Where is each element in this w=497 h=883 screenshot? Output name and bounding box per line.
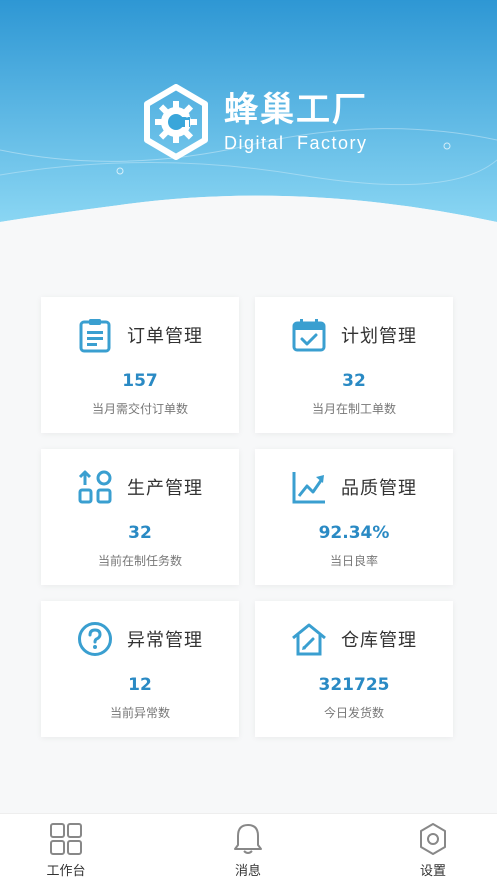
card-value: 12	[128, 675, 152, 695]
question-circle-icon	[78, 622, 112, 656]
hexagon-gear-logo-icon	[144, 84, 208, 160]
card-desc: 今日发货数	[323, 706, 384, 720]
card-title: 异常管理	[127, 630, 203, 651]
card-production-management[interactable]: 生产管理 32 当前在制任务数	[41, 449, 239, 585]
card-title: 计划管理	[341, 326, 417, 347]
brand-name-cn: 蜂巢工厂	[224, 90, 368, 130]
card-value: 157	[122, 371, 158, 391]
tab-label: 工作台	[46, 864, 86, 879]
workbench-grid-icon	[50, 823, 82, 855]
trend-chart-icon	[292, 472, 325, 504]
card-value: 321725	[318, 675, 390, 695]
card-value: 32	[128, 523, 152, 543]
card-title: 生产管理	[127, 478, 203, 499]
warehouse-icon	[292, 623, 326, 656]
brand-name-en: Digital Factory	[224, 133, 368, 153]
production-grid-icon	[78, 470, 112, 504]
tab-workbench[interactable]: 工作台	[26, 814, 106, 883]
tab-settings[interactable]: 设置	[393, 814, 473, 883]
header-banner: 蜂巢工厂 Digital Factory	[0, 0, 497, 240]
card-title: 订单管理	[127, 326, 203, 347]
card-order-management[interactable]: 订单管理 157 当月需交付订单数	[41, 297, 239, 433]
tab-label: 消息	[234, 864, 261, 879]
card-exception-management[interactable]: 异常管理 12 当前异常数	[41, 601, 239, 737]
card-quality-management[interactable]: 品质管理 92.34% 当日良率	[255, 449, 453, 585]
card-desc: 当月需交付订单数	[91, 402, 188, 416]
calendar-check-icon	[292, 319, 326, 352]
card-title: 品质管理	[341, 478, 417, 499]
clipboard-icon	[79, 319, 111, 353]
card-desc: 当月在制工单数	[311, 402, 396, 416]
card-title: 仓库管理	[341, 630, 417, 651]
card-desc: 当日良率	[329, 554, 378, 568]
card-desc: 当前在制任务数	[97, 554, 182, 568]
card-desc: 当前异常数	[109, 706, 170, 720]
card-value: 32	[342, 371, 366, 391]
card-warehouse-management[interactable]: 仓库管理 321725 今日发货数	[255, 601, 453, 737]
brand: 蜂巢工厂 Digital Factory	[142, 80, 368, 164]
card-plan-management[interactable]: 计划管理 32 当月在制工单数	[255, 297, 453, 433]
bell-icon	[234, 824, 262, 854]
settings-gear-icon	[420, 823, 446, 855]
tab-messages[interactable]: 消息	[208, 814, 288, 883]
tab-label: 设置	[419, 864, 446, 879]
card-value: 92.34%	[318, 523, 390, 543]
bottom-tab-bar: 工作台 消息 设置	[0, 813, 497, 883]
